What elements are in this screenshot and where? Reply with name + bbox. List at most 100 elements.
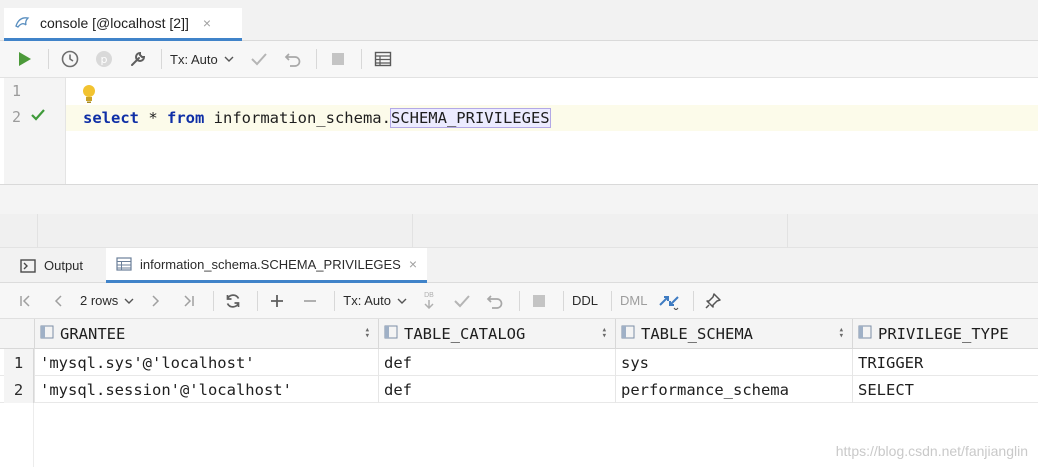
db-arrow-icon	[424, 300, 434, 309]
splitter-column-line	[787, 214, 788, 248]
table-layout-icon	[374, 51, 391, 67]
sort-icon[interactable]: ▴ ▾	[365, 326, 370, 341]
results-splitter[interactable]	[0, 214, 1038, 248]
transaction-mode-select[interactable]: Tx: Auto	[170, 52, 234, 67]
close-icon[interactable]: ×	[409, 256, 417, 272]
check-icon	[454, 294, 470, 307]
close-icon[interactable]: ×	[203, 15, 211, 31]
column-header-grantee[interactable]: GRANTEE ▴ ▾	[34, 319, 378, 349]
table-cell[interactable]: SELECT	[852, 376, 1038, 403]
table-cell[interactable]: 'mysql.session'@'localhost'	[34, 376, 378, 403]
stop-icon	[331, 53, 344, 65]
clock-icon	[61, 50, 79, 68]
compare-button[interactable]	[658, 288, 680, 314]
run-button[interactable]	[12, 46, 38, 72]
undo-icon	[486, 294, 503, 309]
splitter-column-line	[412, 214, 413, 248]
column-header-privilege-type[interactable]: PRIVILEGE_TYPE	[852, 319, 1038, 349]
editor-tab-bar: console [@localhost [2]] ×	[0, 0, 1038, 41]
sql-schema: information_schema.	[204, 109, 391, 127]
compare-arrows-icon	[659, 295, 680, 310]
sql-table-name: SCHEMA_PRIVILEGES	[389, 108, 551, 128]
check-icon	[250, 53, 267, 66]
dml-label: DML	[620, 293, 648, 308]
tab-output[interactable]: Output	[20, 248, 83, 283]
table-cell[interactable]: def	[378, 376, 615, 403]
next-page-button[interactable]	[145, 288, 167, 314]
first-page-icon	[20, 294, 30, 307]
table-row[interactable]: 1 'mysql.sys'@'localhost' def sys TRIGGE…	[0, 349, 1038, 376]
toolbar-divider	[257, 290, 259, 311]
transaction-mode-select[interactable]: Tx: Auto	[343, 288, 407, 314]
stop-button[interactable]	[528, 288, 550, 314]
ddl-button[interactable]: DDL	[572, 288, 598, 314]
toolbar-divider	[611, 290, 613, 311]
previous-page-button[interactable]	[47, 288, 69, 314]
chevron-left-icon	[54, 294, 62, 307]
plus-icon	[271, 294, 284, 307]
splitter-column-line	[37, 214, 38, 248]
results-toolbar: 2 rows Tx: Auto DB DDL DML	[0, 283, 1038, 319]
lightbulb-icon[interactable]	[82, 84, 96, 107]
pin-tab-button[interactable]	[702, 288, 724, 314]
commit-button[interactable]	[246, 46, 272, 72]
sql-keyword-select: select	[83, 109, 139, 127]
page-size-select[interactable]: 2 rows	[80, 288, 134, 314]
svg-text:p: p	[101, 53, 108, 66]
toolbar-divider	[213, 290, 215, 311]
results-tab-bar: Output information_schema.SCHEMA_PRIVILE…	[0, 248, 1038, 283]
undo-icon	[284, 53, 301, 67]
dml-button[interactable]: DML	[620, 288, 647, 314]
table-cell[interactable]: performance_schema	[615, 376, 852, 403]
results-grid[interactable]: GRANTEE ▴ ▾ TABLE_CATALOG ▴ ▾ TABLE_SCHEMA…	[0, 319, 1038, 467]
column-header-table-catalog[interactable]: TABLE_CATALOG ▴ ▾	[378, 319, 615, 349]
column-header-label: GRANTEE	[60, 325, 126, 343]
rollback-button[interactable]	[280, 46, 306, 72]
row-number: 2	[4, 376, 34, 403]
sort-icon[interactable]: ▴ ▾	[602, 326, 607, 341]
rollback-button[interactable]	[484, 288, 506, 314]
toolbar-divider	[334, 290, 336, 311]
output-layout-button[interactable]	[370, 46, 396, 72]
column-header-table-schema[interactable]: TABLE_SCHEMA ▴ ▾	[615, 319, 852, 349]
watermark: https://blog.csdn.net/fanjianglin	[835, 443, 1028, 459]
last-page-button[interactable]	[178, 288, 200, 314]
table-cell[interactable]: 'mysql.sys'@'localhost'	[34, 349, 378, 376]
commit-button[interactable]	[451, 288, 473, 314]
tab-output-label: Output	[44, 258, 84, 273]
wrench-icon	[131, 51, 146, 66]
settings-button[interactable]	[125, 46, 151, 72]
table-cell[interactable]: sys	[615, 349, 852, 376]
table-icon	[116, 257, 132, 271]
pin-icon	[705, 292, 722, 309]
toolbar-divider	[563, 290, 564, 311]
history-button[interactable]	[57, 46, 83, 72]
editor-bottom-gap	[0, 185, 1038, 214]
console-tab[interactable]: console [@localhost [2]] ×	[4, 8, 242, 41]
add-row-button[interactable]	[266, 288, 288, 314]
submit-db-button[interactable]: DB	[418, 288, 440, 314]
table-row[interactable]: 2 'mysql.session'@'localhost' def perfor…	[0, 376, 1038, 403]
parameter-p-icon: p	[96, 51, 112, 67]
tab-schema-privileges[interactable]: information_schema.SCHEMA_PRIVILEGES ×	[106, 248, 428, 283]
sql-keyword-from: from	[167, 109, 205, 127]
grid-header: GRANTEE ▴ ▾ TABLE_CATALOG ▴ ▾ TABLE_SCHEMA…	[0, 319, 1038, 349]
line-number: 1	[12, 82, 22, 100]
toolbar-divider	[519, 290, 520, 311]
delete-row-button[interactable]	[299, 288, 321, 314]
table-cell[interactable]: def	[378, 349, 615, 376]
sql-statement[interactable]: select * from information_schema.SCHEMA_…	[83, 107, 551, 129]
toolbar-divider	[48, 49, 49, 69]
column-icon	[40, 325, 54, 343]
console-output-icon	[20, 258, 36, 273]
column-icon	[384, 325, 398, 343]
refresh-button[interactable]	[222, 288, 244, 314]
sort-icon[interactable]: ▴ ▾	[839, 326, 844, 341]
parameters-button[interactable]: p	[91, 46, 117, 72]
table-cell[interactable]: TRIGGER	[852, 349, 1038, 376]
first-page-button[interactable]	[14, 288, 36, 314]
play-icon	[19, 52, 31, 66]
sql-editor[interactable]: 1 2 select * from information_schema.SCH…	[0, 78, 1038, 185]
stop-button[interactable]	[325, 46, 351, 72]
chevron-down-icon	[224, 56, 234, 62]
